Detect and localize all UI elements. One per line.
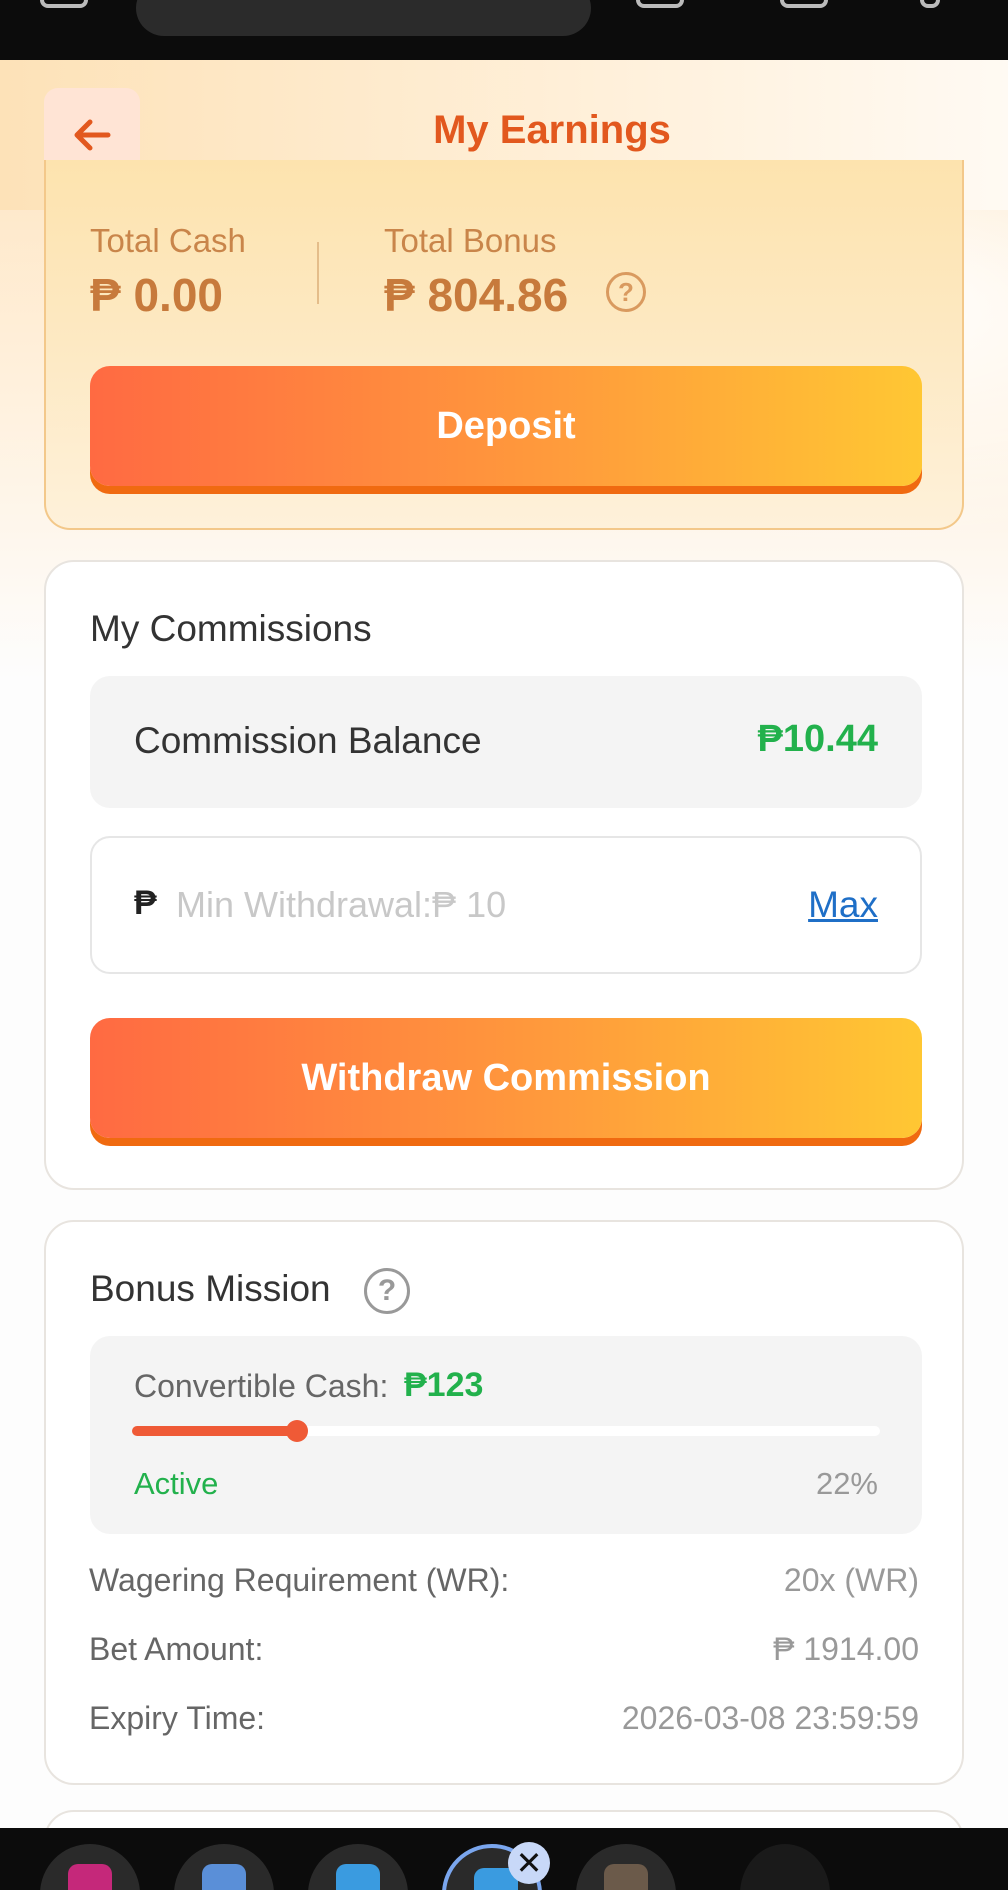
add-app-button[interactable] (740, 1844, 830, 1890)
bet-amount-label: Bet Amount: (89, 1631, 264, 1667)
convertible-cash-label: Convertible Cash: (134, 1368, 389, 1404)
app-shortcut[interactable] (576, 1844, 676, 1890)
total-cash-label: Total Cash (90, 222, 246, 259)
balance-divider (317, 242, 319, 304)
mission-progress-text: 22% (815, 1466, 878, 1501)
deposit-button[interactable]: Deposit (90, 366, 922, 486)
total-bonus-label: Total Bonus (384, 222, 557, 259)
wagering-requirement-value: 20x (WR) (783, 1562, 919, 1598)
address-pill[interactable] (136, 0, 591, 36)
apps-icon[interactable] (40, 0, 88, 8)
mission-progress-fill (132, 1426, 297, 1436)
wagering-requirement-label: Wagering Requirement (WR): (89, 1562, 510, 1598)
bonus-mission-help-icon[interactable]: ? (364, 1268, 410, 1314)
balance-card: Total Cash ₱ 0.00 Total Bonus ₱ 804.86 ?… (44, 160, 964, 530)
mission-progress-knob (285, 1420, 308, 1442)
app-icon (604, 1864, 648, 1890)
expiry-time-label: Expiry Time: (89, 1700, 266, 1736)
withdraw-commission-button[interactable]: Withdraw Commission (90, 1018, 922, 1138)
expiry-time-value: 2026-03-08 23:59:59 (621, 1700, 919, 1736)
close-icon[interactable]: ✕ (508, 1842, 550, 1884)
bonus-mission-title: Bonus Mission (90, 1268, 331, 1309)
app-icon (202, 1864, 246, 1890)
mission-progress-bar (132, 1420, 880, 1442)
max-link[interactable]: Max (808, 884, 878, 926)
currency-prefix: ₱ (134, 884, 157, 922)
app-shortcut[interactable] (308, 1844, 408, 1890)
menu-icon[interactable] (920, 0, 940, 8)
mission-status: Active (134, 1466, 219, 1501)
commissions-card: My Commissions Commission Balance ₱10.44… (44, 560, 964, 1190)
bonus-help-icon[interactable]: ? (606, 272, 646, 312)
total-cash-value: ₱ 0.00 (90, 269, 223, 321)
system-status-bar (0, 0, 1008, 60)
withdraw-amount-placeholder[interactable]: Min Withdrawal:₱ 10 (176, 884, 506, 926)
total-bonus-value: ₱ 804.86 (384, 269, 569, 321)
window-icon[interactable] (780, 0, 828, 8)
tabs-icon[interactable] (636, 0, 684, 8)
bet-amount-value: ₱ 1914.00 (773, 1631, 919, 1667)
commission-balance-value: ₱10.44 (757, 718, 878, 760)
convertible-cash-value: ₱123 (404, 1366, 484, 1404)
withdraw-amount-field[interactable]: ₱ Min Withdrawal:₱ 10 Max (90, 836, 922, 974)
commission-balance-box: Commission Balance ₱10.44 (90, 676, 922, 808)
app-shortcut[interactable] (40, 1844, 140, 1890)
page-title: My Earnings (433, 108, 671, 152)
commission-balance-label: Commission Balance (134, 720, 482, 761)
app-shortcut[interactable] (174, 1844, 274, 1890)
commissions-title: My Commissions (90, 608, 372, 649)
app-icon (68, 1864, 112, 1890)
app-icon (336, 1864, 380, 1890)
bottom-app-bar (0, 1828, 1008, 1890)
